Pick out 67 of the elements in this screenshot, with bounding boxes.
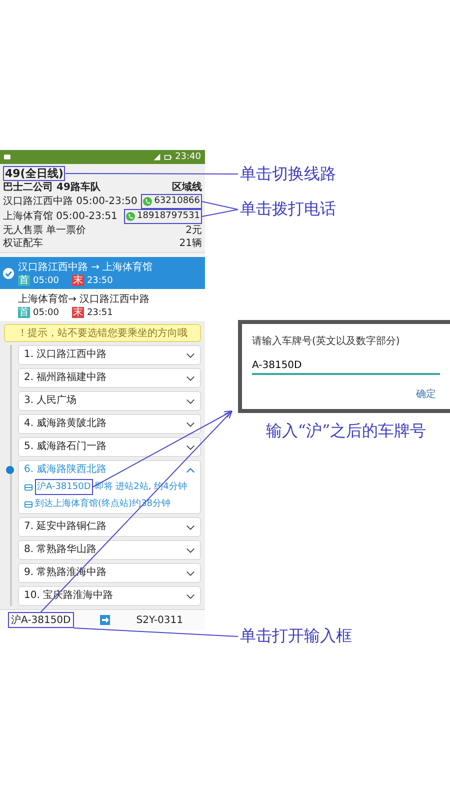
- stop-name: 4. 威海路黄陂北路: [24, 417, 107, 431]
- leader-line: [202, 201, 238, 210]
- stop-name: 2. 福州路福建中路: [24, 371, 107, 385]
- stop-card[interactable]: 8. 常熟路华山路: [18, 540, 201, 560]
- phone-icon: [126, 212, 135, 221]
- stop-card[interactable]: 3. 人民广场: [18, 391, 201, 411]
- stop-name: 7. 延安中路铜仁路: [24, 520, 107, 534]
- chevron-down-icon: [186, 442, 195, 452]
- callout-label: 输入“沪”之后的车牌号: [266, 421, 426, 442]
- stop-name: 3. 人民广场: [24, 394, 77, 408]
- stop-card[interactable]: 1. 汉口路江西中路: [18, 345, 201, 365]
- chevron-down-icon: [186, 396, 195, 406]
- phone-link[interactable]: 18918797531: [124, 209, 202, 224]
- chevron-up-icon: [186, 466, 195, 474]
- notice-banner: ！提示，站不要选错您要乘坐的方向哦: [4, 324, 201, 342]
- plate-field[interactable]: A-38150D: [252, 358, 440, 375]
- chevron-down-icon: [186, 350, 195, 360]
- first-bus-tag: 首: [18, 275, 30, 286]
- last-bus-time: 23:50: [86, 276, 113, 286]
- chevron-down-icon: [186, 522, 195, 532]
- stop-card[interactable]: 7. 延安中路铜仁路: [18, 517, 201, 537]
- fact-value: 2元: [186, 224, 202, 237]
- first-bus-tag: 首: [18, 307, 30, 318]
- clock-time: 23:40: [175, 152, 201, 162]
- last-bus-tag: 末: [72, 275, 84, 286]
- stop-card[interactable]: 4. 威海路黄陂北路: [18, 414, 201, 434]
- phone-icon: [143, 197, 152, 206]
- chevron-down-icon: [186, 592, 195, 600]
- terminal-hours: 上海体育馆 05:00-23:51: [3, 210, 118, 223]
- phone-link[interactable]: 63210866: [141, 194, 202, 209]
- stop-name: 5. 威海路石门一路: [24, 440, 107, 454]
- terminal-hours: 汉口路江西中路 05:00-23:50: [3, 195, 138, 208]
- stop-name: 1. 汉口路江西中路: [24, 348, 107, 362]
- stop-card[interactable]: 5. 威海路石门一路: [18, 437, 201, 457]
- bus-icon: [24, 500, 33, 508]
- battery-icon: [164, 153, 172, 161]
- callout-label: 单击切换线路: [240, 164, 336, 184]
- fact-label: 无人售票 单一票价: [3, 224, 86, 237]
- route-type: 区域线: [172, 181, 202, 194]
- direction-option[interactable]: 上海体育馆→ 汉口路江西中路 首 05:00 末 23:51: [0, 289, 205, 321]
- callout-label: 单击拨打电话: [240, 199, 336, 220]
- callout-label: 单击打开输入框: [240, 626, 352, 647]
- direction-title: 汉口路江西中路 → 上海体育馆: [18, 260, 153, 274]
- chevron-down-icon: [186, 374, 195, 382]
- chevron-down-icon: [186, 420, 195, 428]
- stop-name: 6. 威海路陕西北路: [24, 463, 107, 477]
- first-bus-time: 05:00: [33, 308, 59, 318]
- bus-icon: [24, 482, 33, 492]
- signal-icon: [153, 153, 162, 161]
- chevron-down-icon: [186, 546, 195, 554]
- last-bus-tag: 末: [72, 307, 84, 318]
- stop-name: 8. 常熟路华山路: [24, 543, 97, 557]
- plate-number[interactable]: 沪A-38150D: [35, 479, 93, 495]
- bus-number: S2Y-0311: [136, 614, 183, 626]
- chevron-down-icon: [186, 568, 195, 578]
- dialog-title: 请输入车牌号(英文以及数字部分): [252, 334, 401, 348]
- check-icon: [3, 268, 14, 278]
- fact-value: 21辆: [179, 237, 202, 250]
- direction-option[interactable]: 汉口路江西中路 → 上海体育馆 首 05:00 末 23:50: [0, 257, 205, 289]
- arrow-right-icon: [100, 615, 110, 625]
- last-bus-time: 23:51: [86, 308, 113, 318]
- direction-title: 上海体育馆→ 汉口路江西中路: [18, 292, 150, 306]
- fact-label: 权证配车: [3, 237, 43, 250]
- stop-card[interactable]: 2. 福州路福建中路: [18, 368, 201, 388]
- first-bus-time: 05:00: [33, 276, 59, 286]
- notification-icon: [4, 153, 12, 161]
- plate-input[interactable]: 沪A-38150D: [8, 612, 74, 628]
